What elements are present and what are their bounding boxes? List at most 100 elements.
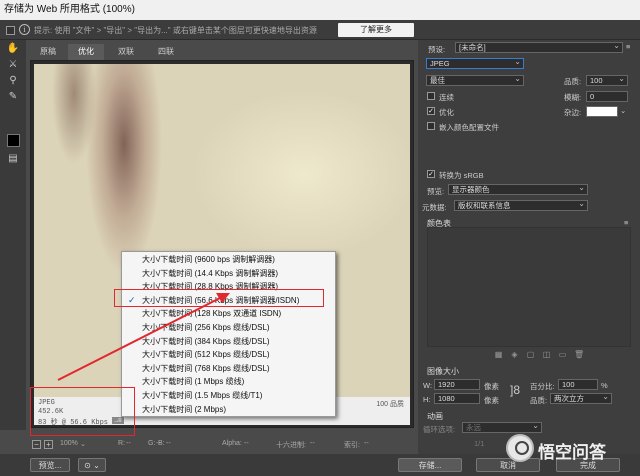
hand-tool-icon[interactable]: ✋	[6, 42, 20, 56]
embed-profile-checkbox[interactable]	[427, 122, 435, 130]
matte-label: 杂边:	[564, 108, 582, 117]
percent-input[interactable]: 100	[558, 379, 598, 390]
height-label: H:	[423, 395, 431, 404]
menu-item-1-5mbps[interactable]: 大小/下载时间 (1.5 Mbps 缆线/T1)	[122, 389, 335, 403]
eyedropper-tool-icon[interactable]: ✎	[6, 90, 20, 104]
slice-select-tool-icon[interactable]: ⚔	[6, 58, 20, 72]
tool-bar: ✋ ⚔ ⚲ ✎ ▤	[0, 40, 26, 430]
annotation-highlight-selected	[114, 289, 324, 307]
matte-dropdown-icon[interactable]: ⌄	[620, 106, 626, 115]
green-label: G:	[148, 440, 156, 447]
menu-item-label: 大小/下载时间 (1 Mbps 缆线)	[142, 377, 245, 387]
metadata-label: 元数据:	[422, 203, 447, 212]
window-title: 存储为 Web 所用格式 (100%)	[0, 0, 640, 20]
blue-value: --	[166, 440, 171, 447]
frame-counter: 1/1	[474, 439, 485, 448]
hex-value: --	[310, 440, 315, 447]
resample-select[interactable]: 两次立方	[550, 393, 612, 404]
preview-select[interactable]: 显示器颜色	[448, 184, 588, 195]
hint-checkbox[interactable]	[6, 26, 15, 35]
info-quality: 100 品质	[376, 401, 404, 408]
alpha-value: --	[244, 440, 249, 447]
zoom-out-icon[interactable]: −	[32, 440, 41, 449]
percent-label: 百分比:	[530, 382, 555, 391]
menu-item-9600bps[interactable]: 大小/下载时间 (9600 bps 调制解调器)	[122, 253, 335, 267]
delete-color-icon[interactable]: 🗑	[574, 350, 584, 359]
progressive-checkbox[interactable]	[427, 92, 435, 100]
tab-2-up[interactable]: 双联	[108, 44, 144, 60]
web-shift-icon[interactable]: ◈	[510, 350, 519, 359]
menu-item-label: 大小/下载时间 (14.4 Kbps 调制解调器)	[142, 268, 279, 278]
menu-item-label: 大小/下载时间 (2 Mbps)	[142, 404, 227, 414]
menu-item-128kbps[interactable]: 大小/下载时间 (128 Kbps 双通道 ISDN)	[122, 307, 335, 321]
eyedropper-color-swatch[interactable]	[7, 134, 20, 147]
zoom-dropdown-icon[interactable]: ⌄	[80, 440, 86, 448]
progressive-label: 连续	[439, 93, 454, 102]
menu-item-label: 大小/下载时间 (768 Kbps 缆线/DSL)	[142, 363, 270, 373]
width-input[interactable]: 1920	[434, 379, 480, 390]
map-to-transparent-icon[interactable]: ▦	[494, 350, 503, 359]
menu-item-2mbps[interactable]: 大小/下载时间 (2 Mbps)	[122, 403, 335, 417]
quality-label: 品质:	[564, 77, 582, 86]
zoom-level[interactable]: 100%	[60, 440, 78, 447]
optimized-checkbox[interactable]: ✓	[427, 107, 435, 115]
menu-item-1mbps[interactable]: 大小/下载时间 (1 Mbps 缆线)	[122, 375, 335, 389]
menu-item-512kbps[interactable]: 大小/下载时间 (512 Kbps 缆线/DSL)	[122, 348, 335, 362]
color-table-menu-icon[interactable]: ≡	[624, 218, 628, 227]
info-icon: i	[19, 24, 30, 35]
tab-optimized[interactable]: 优化	[68, 44, 104, 60]
link-dimensions-icon[interactable]: ]8	[510, 383, 520, 397]
index-label: 索引:	[344, 442, 360, 449]
resample-label: 品质:	[530, 396, 548, 405]
optimized-label: 优化	[439, 108, 454, 117]
status-bar: − + 100% ⌄ R: -- G: -- B: -- Alpha: -- 十…	[30, 438, 414, 452]
preset-select[interactable]: [未命名]	[455, 42, 623, 53]
menu-item-label: 大小/下载时间 (256 Kbps 缆线/DSL)	[142, 323, 270, 332]
new-color-icon[interactable]: ▭	[558, 350, 567, 359]
add-color-icon[interactable]: ◫	[542, 350, 551, 359]
zoom-in-icon[interactable]: +	[44, 440, 53, 449]
annotation-highlight-info	[30, 387, 135, 436]
red-value: --	[126, 440, 131, 447]
menu-item-768kbps[interactable]: 大小/下载时间 (768 Kbps 缆线/DSL)	[122, 362, 335, 376]
hint-text: 提示: 使用 "文件" > "导出" > "导出为..." 或右键单击某个图层可…	[34, 26, 317, 35]
wukong-logo-icon	[506, 434, 534, 462]
metadata-select[interactable]: 版权和联系信息	[454, 200, 588, 211]
menu-item-256kbps[interactable]: 大小/下载时间 (256 Kbps 缆线/DSL)	[122, 321, 335, 335]
settings-panel: 预设: [未命名] ≡ JPEG 最佳 品质: 100 连续 模糊: 0 ✓ 优…	[418, 40, 640, 454]
toggle-slices-icon[interactable]: ▤	[6, 152, 20, 166]
watermark-text: 悟空问答	[538, 443, 606, 462]
preview-button[interactable]: 预览...	[30, 458, 70, 472]
format-select[interactable]: JPEG	[426, 58, 524, 69]
menu-item-384kbps[interactable]: 大小/下载时间 (384 Kbps 缆线/DSL)	[122, 335, 335, 349]
quality-preset-select[interactable]: 最佳	[426, 75, 524, 86]
convert-srgb-checkbox[interactable]: ✓	[427, 170, 435, 178]
color-table	[427, 227, 631, 347]
percent-unit: %	[601, 381, 608, 390]
matte-color-swatch[interactable]	[586, 106, 618, 117]
width-label: W:	[423, 381, 433, 390]
browser-select-button[interactable]: ⊙ ⌄	[78, 458, 106, 472]
index-value: --	[364, 440, 369, 447]
learn-more-button[interactable]: 了解更多	[338, 23, 414, 37]
menu-item-14-4kbps[interactable]: 大小/下载时间 (14.4 Kbps 调制解调器)	[122, 267, 335, 281]
preset-label: 预设:	[428, 45, 446, 54]
tab-original[interactable]: 原稿	[30, 44, 66, 60]
width-unit: 像素	[484, 382, 499, 391]
watermark: 悟空问答	[506, 432, 636, 462]
tab-4-up[interactable]: 四联	[148, 44, 184, 60]
quality-input[interactable]: 100	[586, 75, 628, 86]
blur-input[interactable]: 0	[586, 91, 628, 102]
alpha-label: Alpha:	[222, 440, 242, 447]
height-input[interactable]: 1080	[434, 393, 480, 404]
convert-srgb-label: 转换为 sRGB	[439, 171, 484, 180]
loop-options-label: 循环选项:	[423, 425, 456, 434]
panel-menu-icon[interactable]: ≡	[626, 42, 630, 51]
blur-label: 模糊:	[564, 93, 582, 102]
save-button[interactable]: 存储...	[398, 458, 462, 472]
menu-item-label: 大小/下载时间 (512 Kbps 缆线/DSL)	[142, 350, 270, 360]
lock-color-icon[interactable]: ▢	[526, 350, 535, 359]
red-label: R:	[118, 440, 125, 447]
hex-label: 十六进制:	[276, 442, 306, 449]
zoom-tool-icon[interactable]: ⚲	[6, 74, 20, 88]
